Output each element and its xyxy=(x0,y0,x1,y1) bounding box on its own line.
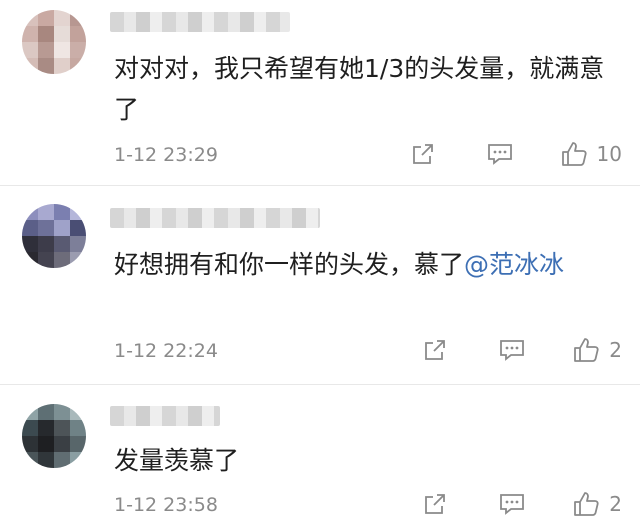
mention-link[interactable]: @范冰冰 xyxy=(464,250,564,279)
avatar-mosaic-block xyxy=(22,220,38,236)
like-count: 2 xyxy=(609,338,622,362)
avatar-mosaic-block xyxy=(38,204,54,220)
comment-icon xyxy=(500,494,525,515)
avatar-mosaic-block xyxy=(70,204,86,220)
share-button[interactable] xyxy=(411,142,435,166)
username[interactable] xyxy=(110,12,290,32)
avatar-mosaic-block xyxy=(70,452,86,468)
avatar-mosaic-block xyxy=(22,404,38,420)
avatar-mosaic-block xyxy=(70,26,86,42)
divider xyxy=(0,384,640,385)
like-button[interactable]: 2 xyxy=(573,491,622,517)
like-count: 2 xyxy=(609,492,622,516)
avatar-mosaic-block xyxy=(38,26,54,42)
avatar-mosaic-block xyxy=(54,10,70,26)
avatar-mosaic-block xyxy=(70,58,86,74)
comment-text: 发量羡慕了 xyxy=(114,440,614,481)
comment-actions: 10 xyxy=(411,138,622,170)
username[interactable] xyxy=(110,208,320,228)
thumbs-up-icon xyxy=(561,142,587,166)
like-button[interactable]: 2 xyxy=(573,337,622,363)
avatar-mosaic-block xyxy=(70,236,86,252)
share-button[interactable] xyxy=(423,492,447,516)
avatar-mosaic-block xyxy=(54,420,70,436)
avatar-mosaic-block xyxy=(22,420,38,436)
comment-icon xyxy=(500,340,525,361)
thumbs-up-icon xyxy=(574,338,599,362)
avatar-mosaic-block xyxy=(38,404,54,420)
comment-text: 好想拥有和你一样的头发，慕了@范冰冰 xyxy=(114,244,614,285)
comment-time: 1-12 22:24 xyxy=(114,340,218,362)
avatar-mosaic-block xyxy=(54,404,70,420)
avatar-mosaic-block xyxy=(54,452,70,468)
avatar-mosaic-block xyxy=(22,26,38,42)
divider xyxy=(0,185,640,186)
avatar-mosaic-block xyxy=(22,236,38,252)
avatar-mosaic-block xyxy=(22,436,38,452)
avatar-mosaic-block xyxy=(54,26,70,42)
avatar-mosaic-block xyxy=(22,252,38,268)
avatar-mosaic-block xyxy=(22,42,38,58)
comment-text: 对对对，我只希望有她1/3的头发量，就满意了 xyxy=(114,48,614,130)
avatar-mosaic-block xyxy=(38,252,54,268)
avatar-mosaic-block xyxy=(70,42,86,58)
share-icon xyxy=(425,494,446,514)
comment-text-body: 好想拥有和你一样的头发，慕了 xyxy=(114,250,465,279)
avatar[interactable] xyxy=(22,204,86,268)
avatar-mosaic-block xyxy=(38,42,54,58)
avatar-mosaic-block xyxy=(38,236,54,252)
avatar-mosaic-block xyxy=(70,252,86,268)
share-button[interactable] xyxy=(423,338,447,362)
avatar-mosaic-block xyxy=(70,220,86,236)
avatar-mosaic-block xyxy=(70,404,86,420)
share-icon xyxy=(425,340,446,360)
avatar-mosaic-block xyxy=(54,220,70,236)
avatar-mosaic-block xyxy=(38,436,54,452)
avatar-mosaic-block xyxy=(38,420,54,436)
comment-time: 1-12 23:58 xyxy=(114,494,218,516)
avatar-mosaic-block xyxy=(54,436,70,452)
avatar-mosaic-block xyxy=(22,452,38,468)
avatar[interactable] xyxy=(22,10,86,74)
like-count: 10 xyxy=(596,142,622,166)
avatar-mosaic-block xyxy=(70,420,86,436)
comment-item: 对对对，我只希望有她1/3的头发量，就满意了 1-12 23:29 10 xyxy=(0,0,640,186)
comment-icon xyxy=(487,144,512,165)
comment-time: 1-12 23:29 xyxy=(114,144,218,166)
avatar-mosaic-block xyxy=(22,58,38,74)
avatar-mosaic-block xyxy=(54,58,70,74)
comment-button[interactable] xyxy=(499,338,525,362)
avatar-mosaic-block xyxy=(54,236,70,252)
avatar-mosaic-block xyxy=(54,204,70,220)
comment-actions: 2 xyxy=(423,488,622,520)
avatar-mosaic-block xyxy=(38,58,54,74)
username[interactable] xyxy=(110,406,220,426)
avatar-mosaic-block xyxy=(38,220,54,236)
avatar-mosaic-block xyxy=(38,10,54,26)
share-icon xyxy=(412,144,433,164)
comment-text-body: 对对对，我只希望有她1/3的头发量，就满意了 xyxy=(114,54,605,124)
comment-actions: 2 xyxy=(423,334,622,366)
avatar-mosaic-block xyxy=(38,452,54,468)
avatar[interactable] xyxy=(22,404,86,468)
comment-button[interactable] xyxy=(487,142,513,166)
comment-button[interactable] xyxy=(499,492,525,516)
avatar-mosaic-block xyxy=(22,204,38,220)
avatar-mosaic-block xyxy=(70,436,86,452)
thumbs-up-icon xyxy=(574,492,599,516)
avatar-mosaic-block xyxy=(22,10,38,26)
comment-text-body: 发量羡慕了 xyxy=(114,446,240,475)
avatar-mosaic-block xyxy=(70,10,86,26)
avatar-mosaic-block xyxy=(54,252,70,268)
like-button[interactable]: 10 xyxy=(561,141,622,167)
avatar-mosaic-block xyxy=(54,42,70,58)
